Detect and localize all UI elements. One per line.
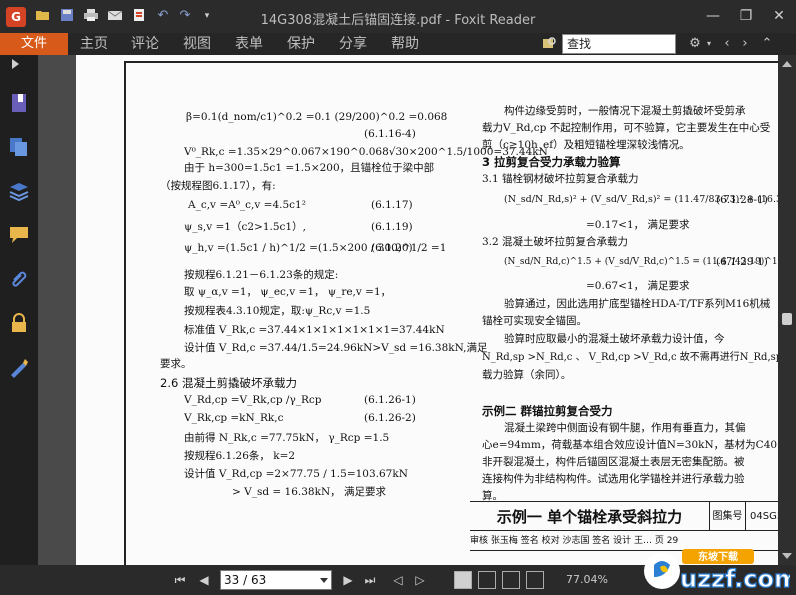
tab-file[interactable]: 文件 xyxy=(0,33,68,55)
watermark-tag: 东坡下载 xyxy=(698,550,738,563)
first-page-icon[interactable]: ⏮ xyxy=(172,572,188,588)
title-bar: G ↶ ↷ ▾ 14G308混凝土后锚固连接.pdf - Foxit Reade… xyxy=(0,0,796,33)
signature-icon[interactable] xyxy=(7,355,31,379)
doc-line: 载力验算（余同）。 xyxy=(482,369,572,381)
doc-line: 载力V_Rd,cp 不起控制作用，可不验算，它主要发生在中心受 xyxy=(482,122,771,134)
doc-line: 心e=94mm，荷载基本组合效应设计值N=30kN，基材为C40 xyxy=(482,439,778,451)
watermark-text: uzzf.com xyxy=(680,565,790,593)
doc-line: （按规程图6.1.17），有: xyxy=(160,180,276,192)
doc-line: 验算时应取最小的混凝土破坏承载力设计值，今 xyxy=(504,333,725,345)
status-bar: ⏮ ◀ 33 / 63 ▶ ⏭ ◁ ▷ 77.04% 东坡下载 uzzf.com xyxy=(0,549,796,595)
pages-icon[interactable] xyxy=(7,135,31,159)
doc-line: 由于 h=300=1.5c1 =1.5×200，且锚栓位于梁中部 xyxy=(184,162,435,174)
doc-line: 按规程6.1.26条， k=2 xyxy=(184,450,296,462)
eq-number: (6.1.16-4) xyxy=(364,128,416,140)
eq-number: (6.1.19) xyxy=(371,221,413,233)
gear-dropdown-icon[interactable]: ▾ xyxy=(700,35,718,53)
vertical-scrollbar[interactable] xyxy=(778,55,796,565)
title-block-title: 示例一 单个锚栓承受斜拉力 xyxy=(470,501,710,531)
page-number-input[interactable]: 33 / 63 xyxy=(220,570,332,590)
doc-line: 连接构件为非结构构件。试选用化学锚栓并进行承载力验 xyxy=(482,473,745,485)
doc-line: 标准值 V_Rk,c =37.44×1×1×1×1×1×1=37.44kN xyxy=(184,324,445,336)
last-page-icon[interactable]: ⏭ xyxy=(362,572,378,588)
eq-number: (6.1.28-1) xyxy=(716,194,768,206)
doc-line: A_c,v =A⁰_c,v =4.5c1² xyxy=(188,199,306,211)
tab-view[interactable]: 视图 xyxy=(183,33,211,55)
doc-line: 构件边缘受剪时，一般情况下混凝土剪撬破坏受剪承 xyxy=(504,105,746,117)
minimize-icon[interactable]: — xyxy=(700,4,726,28)
doc-line: V_Rk,cp =kN_Rk,c xyxy=(184,412,284,424)
security-icon[interactable] xyxy=(7,311,31,335)
search-input[interactable]: 查找 xyxy=(562,34,676,54)
doc-line: 非开裂混凝土，构件后锚固区混凝土表层无密集配筋。被 xyxy=(482,456,745,468)
previous-page-icon[interactable]: ◀ xyxy=(196,572,212,588)
section-heading: 2.6 混凝土剪撬破坏承载力 xyxy=(160,376,297,390)
doc-line: 验算通过，因此选用扩底型锚栓HDA-T/TF系列M16机械 xyxy=(504,298,771,310)
navigation-sidebar xyxy=(0,55,38,565)
uzzf-watermark-logo: 东坡下载 uzzf.com xyxy=(640,543,796,594)
doc-line: 按规程6.1.21－6.1.23条的规定: xyxy=(184,269,339,281)
next-view-icon[interactable]: ▷ xyxy=(412,572,428,588)
eq-number: (6.1.26-2) xyxy=(364,412,416,424)
single-page-view-icon[interactable] xyxy=(454,571,472,589)
doc-line: 3.1 锚栓钢材破坏拉剪复合承载力 xyxy=(482,173,639,185)
doc-line: β=0.1(d_nom/c1)^0.2 =0.1 (29/200)^0.2 =0… xyxy=(186,111,448,123)
close-icon[interactable]: ✕ xyxy=(766,4,792,28)
doc-line: 混凝土梁跨中侧面设有钢牛腿，作用有垂直力，其偏 xyxy=(504,422,746,434)
zoom-level[interactable]: 77.04% xyxy=(566,573,608,586)
eq-number: (6.1.29-1) xyxy=(716,256,768,268)
comments-icon[interactable] xyxy=(7,223,31,247)
expand-arrow-icon[interactable] xyxy=(12,59,19,69)
doc-line: 剪（c≥10h_ef）及粗短锚栓埋深较浅情况。 xyxy=(482,139,690,151)
atlas-number: 04SG308 xyxy=(746,501,778,531)
restore-icon[interactable]: ❐ xyxy=(733,4,759,28)
doc-line: > V_sd = 16.38kN， 满足要求 xyxy=(232,486,386,498)
next-page-icon[interactable]: ▶ xyxy=(340,572,356,588)
doc-line: 按规程表4.3.10规定，取:ψ_Rc,v =1.5 xyxy=(184,305,371,317)
eq-number: (6.1.20) xyxy=(371,242,413,254)
tab-protect[interactable]: 保护 xyxy=(287,33,315,55)
section-heading: 3 拉剪复合受力承载力验算 xyxy=(482,155,621,169)
doc-line: V_Rd,cp =V_Rk,cp /γ_Rcp xyxy=(184,394,322,406)
doc-line: 要求。 xyxy=(160,358,192,370)
collapse-ribbon-icon[interactable]: ⌃ xyxy=(758,35,776,53)
continuous-view-icon[interactable] xyxy=(478,571,496,589)
bookmark-icon[interactable] xyxy=(7,91,31,115)
attachments-icon[interactable] xyxy=(7,267,31,291)
atlas-label: 图集号 xyxy=(710,501,746,531)
back-icon[interactable]: ‹ xyxy=(718,35,736,53)
tab-share[interactable]: 分享 xyxy=(339,33,367,55)
tab-comment[interactable]: 评论 xyxy=(131,33,159,55)
doc-line: 设计值 V_Rd,cp =2×77.75 / 1.5=103.67kN xyxy=(184,468,408,480)
doc-line: ψ_s,v =1（c2>1.5c1）, xyxy=(184,221,306,233)
doc-line: 锚栓可实现安全锚固。 xyxy=(482,315,587,327)
doc-line: =0.17<1， 满足要求 xyxy=(586,219,690,231)
chevron-down-icon[interactable] xyxy=(320,578,328,583)
doc-line: 设计值 V_Rd,c =37.44/1.5=24.96kN>V_sd =16.3… xyxy=(184,342,488,354)
ribbon-tab-bar: 文件 主页 评论 视图 表单 保护 分享 帮助 查找 ⚙ ▾ ‹ › ⌃ xyxy=(0,33,796,55)
facing-view-icon[interactable] xyxy=(502,571,520,589)
scroll-thumb[interactable] xyxy=(782,313,792,325)
scroll-up-icon[interactable] xyxy=(782,61,792,67)
doc-line: =0.67<1， 满足要求 xyxy=(586,280,690,292)
doc-line: 取 ψ_α,v =1， ψ_ec,v =1， ψ_re,v =1， xyxy=(184,286,392,298)
page-number-value: 33 / 63 xyxy=(224,573,267,587)
tab-form[interactable]: 表单 xyxy=(235,33,263,55)
window-title: 14G308混凝土后锚固连接.pdf - Foxit Reader xyxy=(260,13,536,28)
doc-line: 由前得 N_Rk,c =77.75kN， γ_Rcp =1.5 xyxy=(184,432,390,444)
tab-help[interactable]: 帮助 xyxy=(391,33,419,55)
eq-number: (6.1.26-1) xyxy=(364,394,416,406)
continuous-facing-view-icon[interactable] xyxy=(526,571,544,589)
eq-number: (6.1.17) xyxy=(371,199,413,211)
previous-view-icon[interactable]: ◁ xyxy=(390,572,406,588)
section-heading: 示例二 群锚拉剪复合受力 xyxy=(482,404,613,418)
tab-home[interactable]: 主页 xyxy=(80,33,108,55)
forward-icon[interactable]: › xyxy=(736,35,754,53)
pdf-page: β=0.1(d_nom/c1)^0.2 =0.1 (29/200)^0.2 =0… xyxy=(76,55,778,565)
layers-icon[interactable] xyxy=(7,179,31,203)
document-viewport[interactable]: β=0.1(d_nom/c1)^0.2 =0.1 (29/200)^0.2 =0… xyxy=(38,55,778,565)
search-settings-icon[interactable] xyxy=(540,35,558,53)
doc-line: 3.2 混凝土破坏拉剪复合承载力 xyxy=(482,236,629,248)
doc-line: N_Rd,sp >N_Rd,c 、 V_Rd,cp >V_Rd,c 故不需再进行… xyxy=(482,352,778,363)
